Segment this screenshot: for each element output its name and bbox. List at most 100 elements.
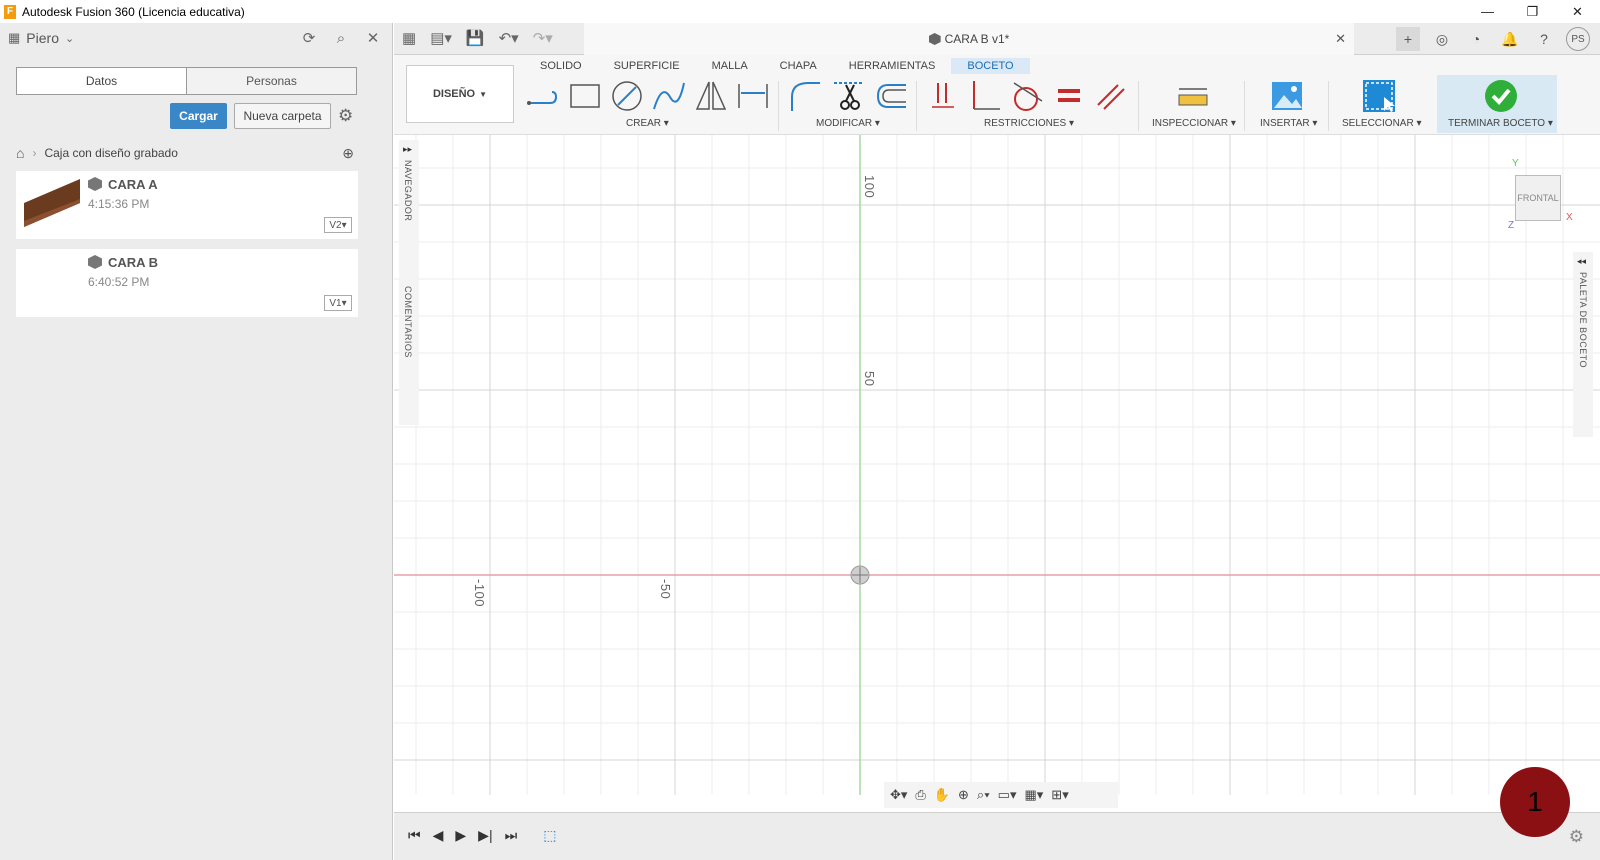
group-divider <box>1244 81 1245 131</box>
file-menu-icon[interactable]: ▤▾ <box>430 29 452 47</box>
viewports-icon[interactable]: ⊞▾ <box>1051 787 1068 803</box>
close-tab-icon[interactable]: ✕ <box>1335 31 1346 47</box>
tab-solido[interactable]: SOLIDO <box>524 58 598 74</box>
job-status-icon[interactable]: ◔ <box>1464 27 1488 51</box>
timeline-settings-icon[interactable]: ⚙ <box>1569 827 1584 847</box>
new-folder-button[interactable]: Nueva carpeta <box>234 103 331 129</box>
tab-superficie[interactable]: SUPERFICIE <box>598 58 696 74</box>
parallel-constraint-icon[interactable] <box>1094 79 1128 113</box>
window-title: Autodesk Fusion 360 (Licencia educativa) <box>22 4 245 19</box>
sketch-feature-icon[interactable]: ⬚ <box>543 827 556 844</box>
file-item-cara-b[interactable]: CARA B 6:40:52 PM V1▾ <box>16 249 358 317</box>
data-panel-tabs: Datos Personas <box>16 67 357 95</box>
finish-sketch-icon[interactable] <box>1484 79 1518 113</box>
step-back-icon[interactable]: ◀ <box>433 827 444 844</box>
play-icon[interactable]: ▶ <box>455 827 466 844</box>
undo-icon[interactable]: ↶▾ <box>499 29 519 47</box>
trim-tool-icon[interactable] <box>832 79 866 113</box>
go-to-end-icon[interactable]: ⏭ <box>505 827 518 844</box>
chevron-down-icon[interactable]: ⌄ <box>65 32 74 45</box>
tab-chapa[interactable]: CHAPA <box>764 58 833 74</box>
equal-constraint-icon[interactable] <box>1052 79 1086 113</box>
group-restricciones[interactable]: RESTRICCIONES ▾ <box>984 118 1074 129</box>
close-panel-icon[interactable]: ✕ <box>362 28 384 48</box>
display-settings-icon[interactable]: ▭▾ <box>998 787 1017 803</box>
redo-icon[interactable]: ↷▾ <box>533 29 553 47</box>
close-window-button[interactable]: ✕ <box>1555 0 1600 23</box>
pan-icon[interactable]: ✋ <box>934 787 950 803</box>
insert-image-icon[interactable] <box>1270 79 1304 113</box>
dimension-tool-icon[interactable] <box>736 79 770 113</box>
file-thumbnail <box>24 179 80 227</box>
look-at-icon[interactable]: ⎙ <box>915 787 925 803</box>
navigator-label[interactable]: NAVEGADOR <box>403 160 413 221</box>
sketch-palette-label[interactable]: PALETA DE BOCETO <box>1578 272 1588 368</box>
ribbon-tabs: SOLIDO SUPERFICIE MALLA CHAPA HERRAMIENT… <box>524 58 1030 74</box>
mirror-tool-icon[interactable] <box>694 79 728 113</box>
tab-malla[interactable]: MALLA <box>696 58 764 74</box>
notifications-icon[interactable]: 🔔 <box>1498 27 1522 51</box>
document-tab[interactable]: CARA B v1* ✕ <box>584 23 1354 55</box>
group-insertar[interactable]: INSERTAR ▾ <box>1260 118 1317 129</box>
spline-tool-icon[interactable] <box>652 79 686 113</box>
sketch-canvas[interactable]: 100 50 -100 -50 <box>394 135 1600 795</box>
go-to-start-icon[interactable]: ⏮ <box>408 827 421 844</box>
step-forward-icon[interactable]: ▶| <box>478 827 492 844</box>
gear-icon[interactable]: ⚙ <box>338 106 353 126</box>
line-tool-icon[interactable] <box>526 79 560 113</box>
data-panel: ▦ Piero ⌄ ⟳ ⌕ ✕ Datos Personas Cargar Nu… <box>0 23 393 860</box>
offset-tool-icon[interactable] <box>874 79 908 113</box>
collapse-icon[interactable]: ◂◂ <box>1577 256 1586 267</box>
minimize-button[interactable]: — <box>1465 0 1510 23</box>
grid-settings-icon[interactable]: ▦▾ <box>1024 787 1043 803</box>
view-cube[interactable]: FRONTAL <box>1515 175 1561 221</box>
home-icon[interactable]: ⌂ <box>16 145 24 161</box>
apps-grid-icon[interactable]: ▦ <box>402 29 416 47</box>
group-divider <box>916 81 917 131</box>
extensions-icon[interactable]: ◎ <box>1430 27 1454 51</box>
group-divider <box>1138 81 1139 131</box>
file-time: 6:40:52 PM <box>88 275 150 289</box>
group-crear[interactable]: CREAR ▾ <box>626 118 669 129</box>
help-icon[interactable]: ? <box>1532 27 1556 51</box>
tab-personas[interactable]: Personas <box>187 68 356 94</box>
upload-button[interactable]: Cargar <box>170 103 227 129</box>
zoom-icon[interactable]: ⊕ <box>958 787 969 803</box>
tab-datos[interactable]: Datos <box>17 68 187 94</box>
refresh-icon[interactable]: ⟳ <box>298 28 320 48</box>
fix-constraint-icon[interactable] <box>926 79 960 113</box>
globe-icon[interactable]: ⊕ <box>342 145 354 162</box>
expand-icon[interactable]: ▸▸ <box>403 144 412 155</box>
group-inspeccionar[interactable]: INSPECCIONAR ▾ <box>1152 118 1236 129</box>
user-selector[interactable]: Piero <box>26 30 59 46</box>
comments-label[interactable]: COMENTARIOS <box>403 286 413 358</box>
ruler-label-neg100: -100 <box>472 579 487 608</box>
select-tool-icon[interactable] <box>1362 79 1396 113</box>
file-item-cara-a[interactable]: CARA A 4:15:36 PM V2▾ <box>16 171 358 239</box>
new-tab-icon[interactable]: + <box>1396 27 1420 51</box>
group-seleccionar[interactable]: SELECCIONAR ▾ <box>1342 118 1422 129</box>
tangent-constraint-icon[interactable] <box>1010 79 1044 113</box>
fillet-tool-icon[interactable] <box>788 79 822 113</box>
search-icon[interactable]: ⌕ <box>330 28 352 48</box>
breadcrumb-project[interactable]: Caja con diseño grabado <box>44 146 177 160</box>
workspace-selector[interactable]: DISEÑO ▼ <box>406 65 514 123</box>
chevron-right-icon: › <box>32 146 37 160</box>
version-badge[interactable]: V1▾ <box>324 295 352 311</box>
team-icon: ▦ <box>8 30 21 45</box>
fit-icon[interactable]: ⌕▾ <box>977 787 990 803</box>
tab-boceto[interactable]: BOCETO <box>951 58 1030 74</box>
file-time: 4:15:36 PM <box>88 197 150 211</box>
group-terminar-boceto[interactable]: TERMINAR BOCETO ▾ <box>1448 118 1553 129</box>
rectangle-tool-icon[interactable] <box>568 79 602 113</box>
group-modificar[interactable]: MODIFICAR ▾ <box>816 118 880 129</box>
restore-button[interactable]: ❐ <box>1510 0 1555 23</box>
tab-herramientas[interactable]: HERRAMIENTAS <box>833 58 952 74</box>
avatar[interactable]: PS <box>1566 27 1590 51</box>
orbit-icon[interactable]: ✥▾ <box>890 787 907 803</box>
save-icon[interactable]: 💾 <box>466 29 485 47</box>
measure-tool-icon[interactable] <box>1176 79 1210 113</box>
version-badge[interactable]: V2▾ <box>324 217 352 233</box>
perpendicular-constraint-icon[interactable] <box>968 79 1002 113</box>
circle-tool-icon[interactable] <box>610 79 644 113</box>
